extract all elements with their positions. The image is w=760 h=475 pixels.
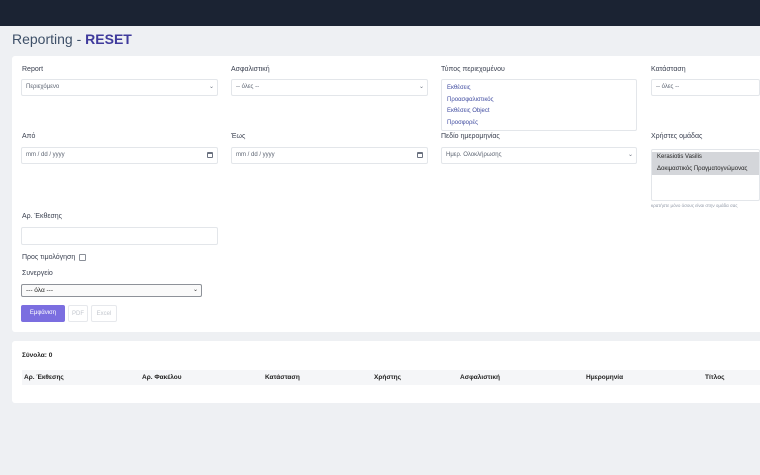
show-button[interactable]: Εμφάνιση [21,305,65,322]
report-select[interactable]: Περιεχόμενο ⌄ [21,79,218,96]
column-header[interactable]: Χρήστης [374,374,401,381]
content-type-option[interactable]: Προσφορές [442,118,636,130]
date-field-label: Πεδίο ημερομηνίας [441,133,500,140]
top-navbar [0,0,760,26]
excel-button[interactable]: Excel [91,305,117,322]
chevron-down-icon: ⌄ [192,287,198,293]
insurer-select[interactable]: -- όλες -- ⌄ [231,79,428,96]
partner-select[interactable]: --- όλα --- ⌄ [21,284,202,297]
content-type-label: Τύπος περιεχομένου [441,66,505,73]
group-user-option[interactable]: Kerasiotis Vasilis [652,152,759,164]
group-users-listbox[interactable]: Kerasiotis Vasilis Δοκιμαστικός Πραγματο… [651,149,760,201]
column-header[interactable]: Τίτλος [705,374,725,381]
column-header[interactable]: Ασφαλιστική [460,374,500,381]
group-users-hint: κρατήστε μόνο όσους είναι στην ομάδα σας [651,203,738,208]
totals-label: Σύνολα: 0 [22,352,53,359]
report-select-value: Περιεχόμενο [26,84,60,90]
content-type-option[interactable]: Προασφαλιστικός [442,95,636,107]
group-users-label: Χρήστες ομάδας [651,133,703,140]
group-user-option[interactable]: Δοκιμαστικός Πραγματογνώμονας [652,163,759,175]
column-header[interactable]: Κατάσταση [265,374,300,381]
filters-card: Report Περιεχόμενο ⌄ Ασφαλιστική -- όλες… [12,56,760,332]
report-no-input[interactable] [21,227,218,245]
partner-select-value: --- όλα --- [26,287,53,294]
report-label: Report [22,66,44,73]
content-type-option[interactable]: Εκθέσεις Object [442,106,636,118]
date-field-select[interactable]: Ημερ. Ολοκλήρωσης ⌄ [441,147,637,164]
column-header[interactable]: Αρ. Έκθεσης [24,374,64,381]
column-header[interactable]: Ημερομηνία [586,374,623,381]
content-type-option[interactable]: Εκθέσεις [442,83,636,95]
page-title-prefix: Reporting - [12,31,86,47]
column-header[interactable]: Αρ. Φακέλου [142,374,182,381]
from-date-placeholder: mm / dd / yyyy [26,152,65,158]
chevron-down-icon: ⌄ [418,84,424,90]
page-title-accent: RESET [85,31,132,47]
content-type-listbox[interactable]: Εκθέσεις Προασφαλιστικός Εκθέσεις Object… [441,79,637,131]
chevron-down-icon: ⌄ [208,84,214,90]
from-label: Από [22,133,36,140]
results-card: Σύνολα: 0 Αρ. Έκθεσης Αρ. Φακέλου Κατάστ… [12,341,760,403]
calendar-icon[interactable] [417,152,423,158]
to-label: Έως [231,133,246,140]
report-no-label: Αρ. Έκθεσης [22,213,63,220]
page-title: Reporting - RESET [12,31,132,47]
insurer-label: Ασφαλιστική [231,66,270,73]
calendar-icon[interactable] [207,152,213,158]
status-label: Κατάσταση [651,66,686,73]
insurer-select-value: -- όλες -- [236,84,260,90]
from-date-input[interactable]: mm / dd / yyyy [21,147,218,164]
status-select-value: -- όλες -- [656,84,680,90]
partner-label: Συνεργείο [22,270,53,277]
chevron-down-icon: ⌄ [627,152,633,158]
results-table-header: Αρ. Έκθεσης Αρ. Φακέλου Κατάσταση Χρήστη… [22,370,760,385]
invoicing-label: Προς τιμολόγηση [22,254,76,261]
invoicing-checkbox[interactable] [79,254,86,261]
to-date-placeholder: mm / dd / yyyy [236,152,275,158]
pdf-button[interactable]: PDF [68,305,88,322]
date-field-select-value: Ημερ. Ολοκλήρωσης [446,152,502,158]
status-select[interactable]: -- όλες -- [651,79,760,96]
to-date-input[interactable]: mm / dd / yyyy [231,147,428,164]
